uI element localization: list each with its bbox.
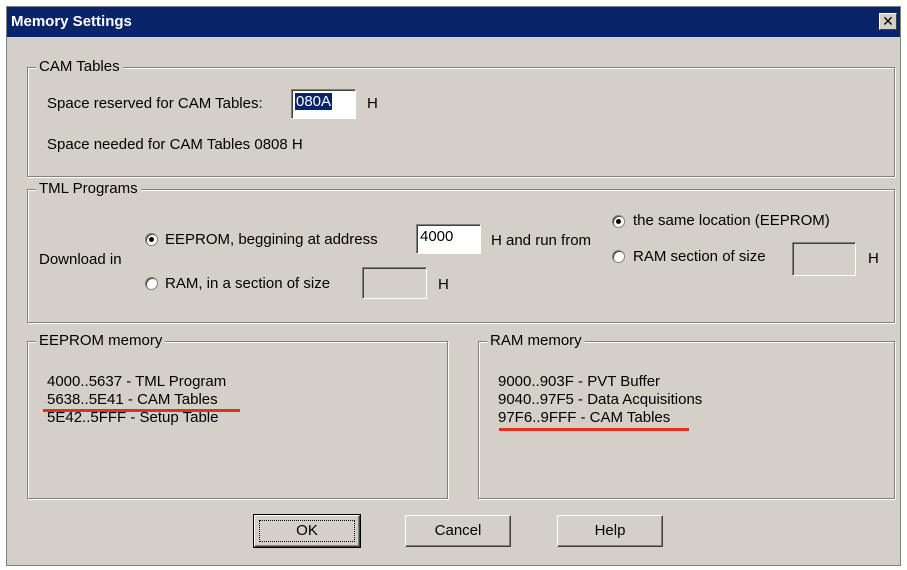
title-bar[interactable]: Memory Settings ✕ [7,7,900,37]
ram-size-input[interactable] [362,267,427,299]
cam-tables-group: CAM Tables Space reserved for CAM Tables… [27,58,895,177]
eeprom-option-label[interactable]: EEPROM, beggining at address [165,231,378,249]
ram-option-label[interactable]: RAM, in a section of size [165,275,330,293]
run-ram-section-label[interactable]: RAM section of size [633,248,766,266]
reserved-space-input[interactable]: 080A [291,89,356,119]
run-same-location-radio[interactable] [612,215,625,228]
run-same-location-label[interactable]: the same location (EEPROM) [633,212,830,230]
run-ram-size-input[interactable] [792,242,856,276]
eeprom-address-input[interactable]: 4000 [416,224,481,254]
eeprom-radio-dot [149,237,154,242]
help-button-label: Help [594,522,626,539]
eeprom-memory-line: 5638..5E41 - CAM Tables [47,391,218,408]
cam-tables-eeprom-underline [43,409,240,412]
eeprom-unit-run-label: H and run from [491,232,592,249]
ram-memory-line: 97F6..9FFF - CAM Tables [498,409,671,426]
cancel-button-label: Cancel [434,522,482,539]
ram-unit: H [438,276,449,293]
tml-programs-legend: TML Programs [36,180,141,198]
reserved-space-value: 080A [295,93,333,110]
cam-tables-legend: CAM Tables [36,58,123,76]
ok-focus-ring [259,520,355,542]
reserved-label: Space reserved for CAM Tables: [47,95,263,112]
download-in-label: Download in [39,251,122,268]
ok-button[interactable]: OK [253,514,361,548]
ram-memory-group: RAM memory 9000..903F - PVT Buffer 9040.… [478,332,895,499]
run-ram-section-radio[interactable] [612,250,625,263]
close-icon: ✕ [882,13,894,29]
eeprom-memory-line: 4000..5637 - TML Program [47,373,227,390]
ram-radio[interactable] [145,277,158,290]
help-button[interactable]: Help [557,515,663,547]
ram-memory-legend: RAM memory [487,332,585,350]
memory-settings-dialog: Memory Settings ✕ CAM Tables Space reser… [6,6,901,566]
run-ram-unit: H [868,250,879,267]
tml-programs-group: TML Programs Download in EEPROM, beggini… [27,180,895,323]
reserved-unit: H [367,95,378,112]
cancel-button[interactable]: Cancel [405,515,511,547]
ram-memory-line: 9000..903F - PVT Buffer [498,373,661,390]
ram-memory-line: 9040..97F5 - Data Acquisitions [498,391,703,408]
run-same-location-dot [616,219,621,224]
eeprom-memory-group: EEPROM memory 4000..5637 - TML Program 5… [27,332,448,499]
eeprom-memory-legend: EEPROM memory [36,332,166,350]
eeprom-address-value: 4000 [420,228,454,245]
dialog-title: Memory Settings [11,13,132,30]
eeprom-radio[interactable] [145,233,158,246]
cam-tables-ram-underline [499,428,689,431]
needed-text: Space needed for CAM Tables 0808 H [47,136,303,153]
close-button[interactable]: ✕ [879,13,897,30]
